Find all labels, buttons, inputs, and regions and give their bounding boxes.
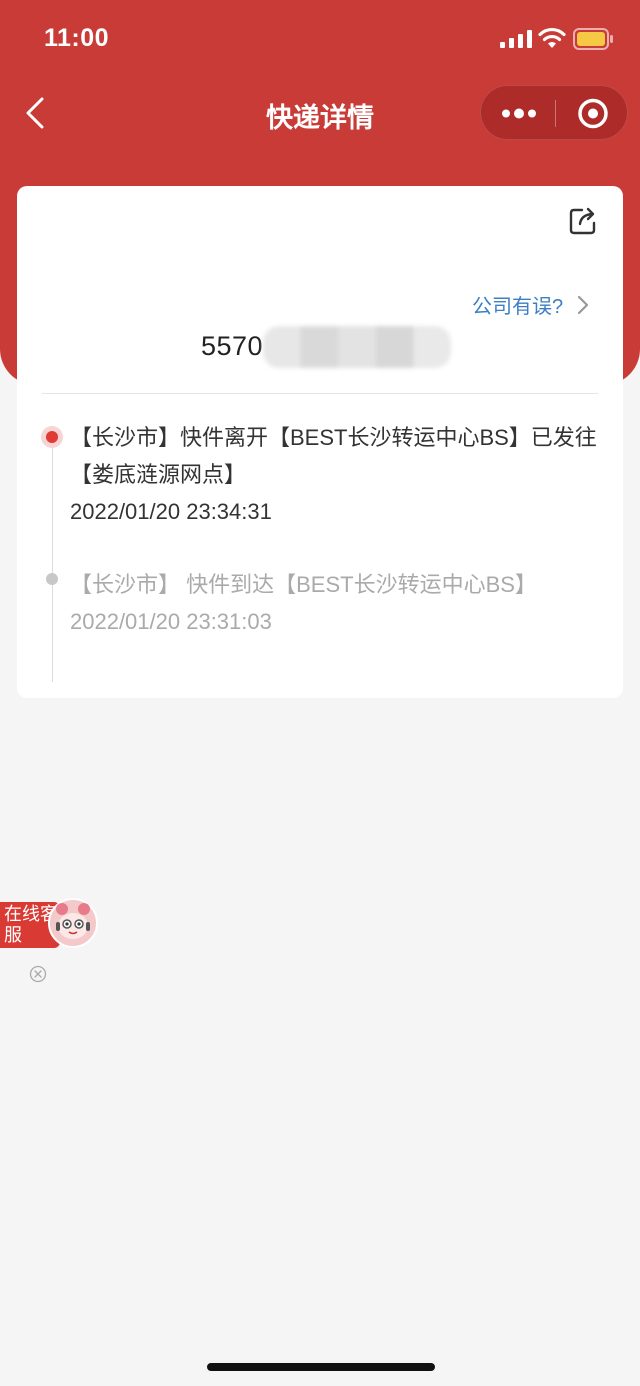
close-mini-program-button[interactable] — [556, 86, 629, 141]
tracking-card: 公司有误? 5570 【长沙市】快件离开【BEST长沙转运中心BS】已发往【娄底… — [17, 186, 623, 698]
chevron-right-icon — [578, 295, 589, 314]
home-indicator[interactable] — [207, 1363, 435, 1371]
event-time: 2022/01/20 23:31:03 — [70, 609, 272, 634]
status-time: 11:00 — [44, 24, 110, 52]
event-description: 【长沙市】 快件到达【BEST长沙转运中心BS】 — [70, 572, 537, 597]
cellular-signal-icon — [500, 30, 532, 48]
battery-icon — [573, 28, 613, 50]
timeline-event: 【长沙市】快件离开【BEST长沙转运中心BS】已发往【娄底涟源网点】 2022/… — [70, 419, 600, 530]
close-service-icon[interactable] — [29, 965, 47, 983]
timeline-event: 【长沙市】 快件到达【BEST长沙转运中心BS】 2022/01/20 23:3… — [70, 566, 600, 640]
express-detail-page: 11:00 快递详情 公司有误? 5570 【长沙市】快件离开【BEST长沙转运… — [0, 0, 640, 1386]
timeline-dot-active — [41, 426, 63, 448]
report-link-label: 公司有误? — [472, 296, 564, 318]
timeline-dot — [46, 573, 58, 585]
more-dots-icon — [502, 108, 536, 119]
wifi-icon — [538, 27, 566, 48]
report-company-error-link[interactable]: 公司有误? — [472, 290, 591, 319]
card-divider — [42, 393, 598, 394]
tracking-number: 5570 — [201, 331, 264, 361]
event-time: 2022/01/20 23:34:31 — [70, 499, 272, 524]
more-menu-button[interactable] — [481, 86, 555, 141]
mini-program-capsule — [480, 85, 628, 140]
target-close-icon — [578, 98, 608, 129]
share-icon[interactable] — [568, 206, 598, 236]
timeline-line — [52, 438, 53, 682]
online-service-button[interactable]: 在线客服 — [0, 898, 98, 952]
service-mascot-icon — [48, 898, 98, 948]
event-description: 【长沙市】快件离开【BEST长沙转运中心BS】已发往【娄底涟源网点】 — [70, 425, 597, 487]
tracking-number-mask — [263, 326, 451, 368]
